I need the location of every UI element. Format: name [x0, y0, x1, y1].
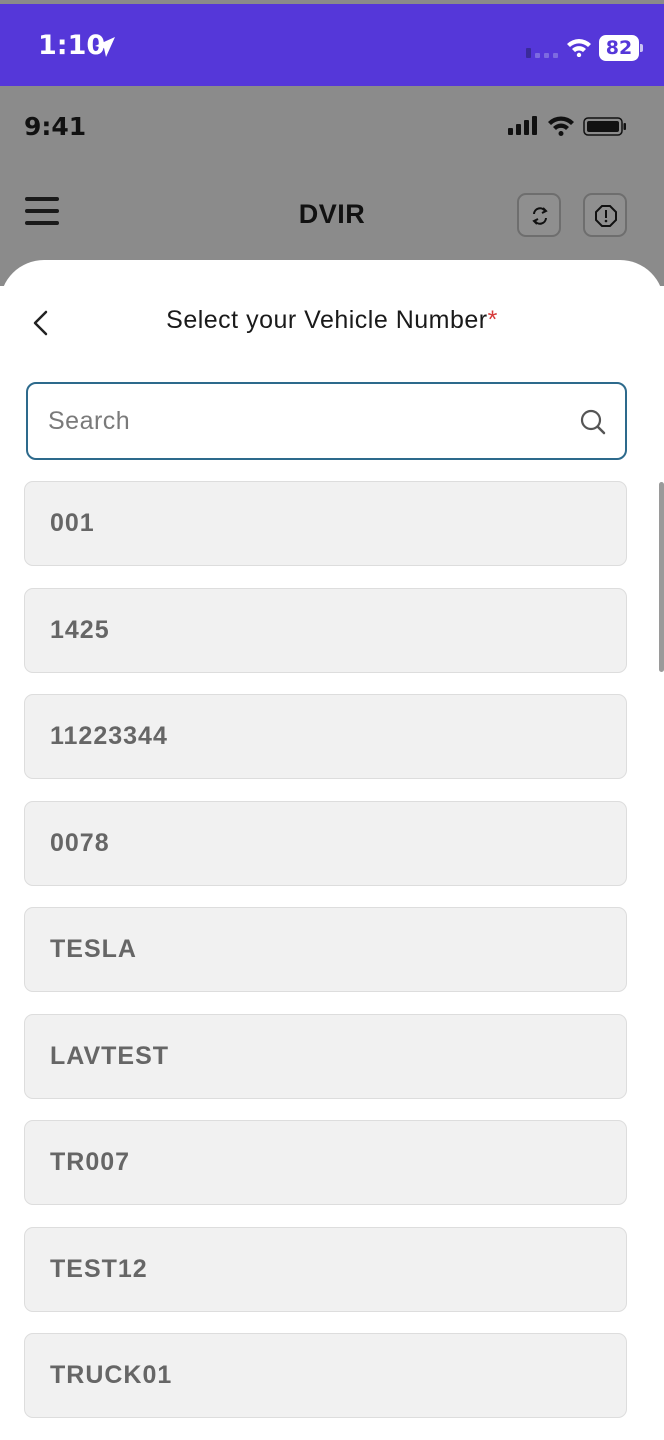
cellular-signal-icon — [526, 48, 558, 58]
vehicle-number: 001 — [50, 509, 95, 537]
battery-indicator: 82 — [599, 35, 643, 61]
battery-level: 82 — [599, 35, 639, 61]
sync-icon — [532, 207, 548, 225]
vehicle-list-item[interactable]: 11223344 — [24, 694, 627, 779]
vehicle-list-item[interactable]: TRUCK01 — [24, 1333, 627, 1418]
vehicle-select-sheet: Select your Vehicle Number* 001 1425 112… — [0, 260, 664, 1440]
app-status-icons — [508, 116, 626, 136]
app-status-time: 9:41 — [24, 112, 87, 141]
page-title: DVIR — [298, 199, 366, 229]
app-signal-icon — [508, 116, 537, 135]
vehicle-list: 001 1425 11223344 0078 TESLA LAVTEST TR0… — [24, 481, 627, 1440]
search-icon[interactable] — [579, 408, 607, 436]
required-asterisk: * — [487, 306, 498, 334]
vehicle-list-item[interactable]: TR007 — [24, 1120, 627, 1205]
vehicle-list-item[interactable]: 1425 — [24, 587, 627, 673]
vehicle-list-item[interactable]: LAVTEST — [24, 1013, 627, 1099]
vehicle-list-item[interactable]: TEST12 — [24, 1226, 627, 1312]
vehicle-number: 0078 — [50, 828, 110, 857]
wifi-icon — [567, 39, 591, 57]
location-arrow-icon — [95, 37, 115, 57]
alert-button[interactable] — [583, 193, 627, 237]
app-battery-icon — [583, 117, 626, 136]
vehicle-list-item[interactable]: 0078 — [24, 800, 627, 886]
vehicle-number: LAVTEST — [50, 1041, 170, 1070]
scrollbar-thumb[interactable] — [659, 482, 664, 672]
battery-tip — [640, 44, 643, 52]
vehicle-number: 11223344 — [50, 722, 168, 750]
vehicle-list-item[interactable]: TESLA — [24, 907, 627, 992]
app-background: 9:41 DVIR — [0, 86, 664, 286]
search-input[interactable] — [48, 384, 568, 458]
vehicle-number: 1425 — [50, 615, 110, 644]
search-box[interactable] — [26, 382, 627, 460]
vehicle-number: TESLA — [50, 935, 137, 963]
vehicle-number: TR007 — [50, 1148, 131, 1176]
os-status-bar: 1:10 82 — [0, 0, 664, 86]
vehicle-list-item[interactable]: 001 — [24, 481, 627, 566]
vehicle-number: TEST12 — [50, 1254, 148, 1283]
app-wifi-icon — [548, 116, 574, 136]
sheet-title-text: Select your Vehicle Number — [166, 306, 488, 334]
sheet-title: Select your Vehicle Number* — [0, 306, 664, 335]
vehicle-number: TRUCK01 — [50, 1361, 173, 1389]
alert-icon — [595, 205, 617, 227]
sync-button[interactable] — [517, 193, 561, 237]
